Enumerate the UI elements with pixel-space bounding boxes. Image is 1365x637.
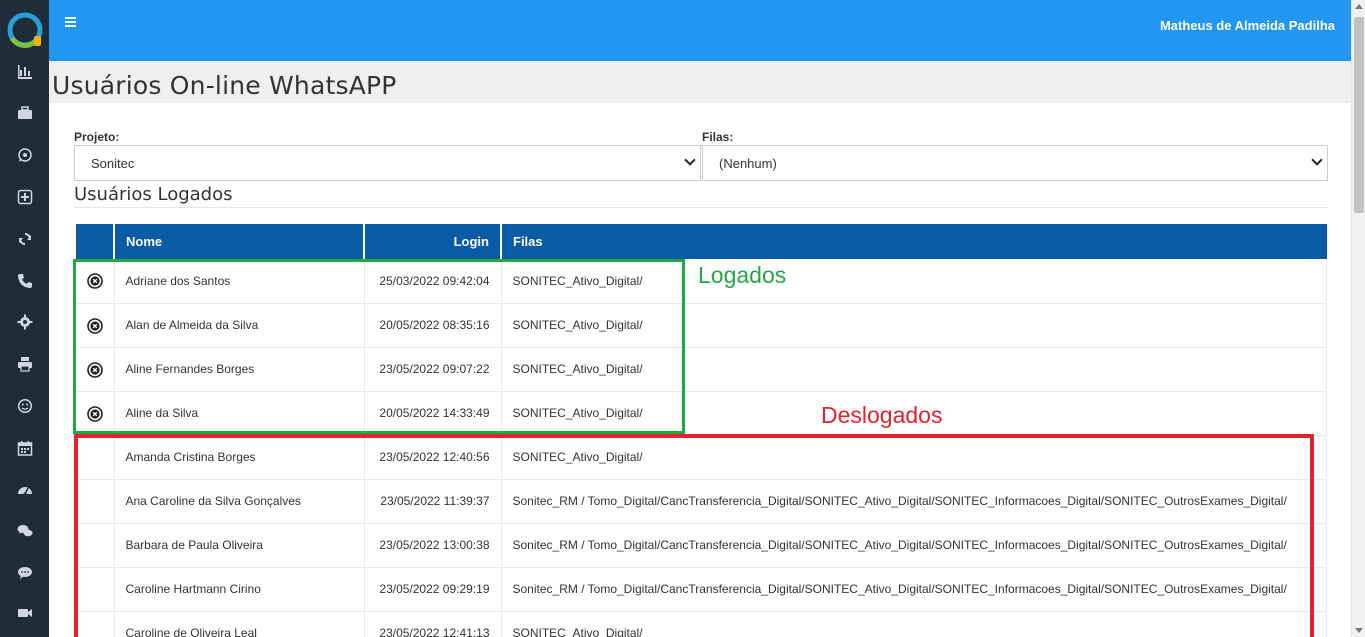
gear-icon[interactable] [16,313,34,331]
hamburger-menu-icon[interactable] [65,17,77,29]
whatsapp-icon[interactable] [16,146,34,164]
filas-label: Filas: [702,130,734,144]
topbar: Matheus de Almeida Padilha [49,0,1351,61]
logged-annotation: Logados [698,262,787,288]
scroll-down-arrow-icon[interactable] [1355,628,1363,633]
briefcase-icon[interactable] [16,104,34,122]
table-header-row: Nome Login Filas [76,224,1327,259]
filas-select[interactable]: (Nenhum) [702,145,1328,181]
sidebar [0,0,49,637]
page-title-bar: Usuários On-line WhatsAPP [49,61,1351,103]
projeto-label: Projeto: [74,130,120,144]
chevron-down-icon [1311,154,1323,166]
scrollbar-thumb[interactable] [1354,17,1364,213]
header-nome[interactable]: Nome [114,224,365,259]
section-divider [74,207,1327,208]
calendar-icon[interactable] [16,439,34,457]
comments-icon[interactable] [16,522,34,540]
dashboard-icon[interactable] [16,481,34,499]
comment-icon[interactable] [16,564,34,582]
smile-icon[interactable] [16,397,34,415]
app-logo[interactable] [4,6,46,56]
logged-out-annotation: Deslogados [821,402,943,428]
logged-highlight-box [73,259,685,434]
plus-square-icon[interactable] [16,188,34,206]
page-title: Usuários On-line WhatsAPP [52,71,397,100]
page-scrollbar[interactable] [1351,0,1365,637]
projeto-select-value: Sonitec [91,156,135,171]
user-name[interactable]: Matheus de Almeida Padilha [1160,18,1335,33]
bar-chart-icon[interactable] [16,63,34,81]
scroll-up-arrow-icon[interactable] [1355,4,1363,9]
video-icon[interactable] [16,604,34,622]
phone-icon[interactable] [16,272,34,290]
projeto-select[interactable]: Sonitec [74,145,701,181]
logged-out-highlight-box [74,434,1314,637]
filas-select-value: (Nenhum) [719,156,777,171]
chevron-down-icon [684,154,696,166]
header-filas[interactable]: Filas [501,224,1327,259]
header-login[interactable]: Login [364,224,502,259]
header-action [76,224,115,259]
refresh-icon[interactable] [16,230,34,248]
section-title: Usuários Logados [74,184,233,205]
printer-icon[interactable] [16,355,34,373]
